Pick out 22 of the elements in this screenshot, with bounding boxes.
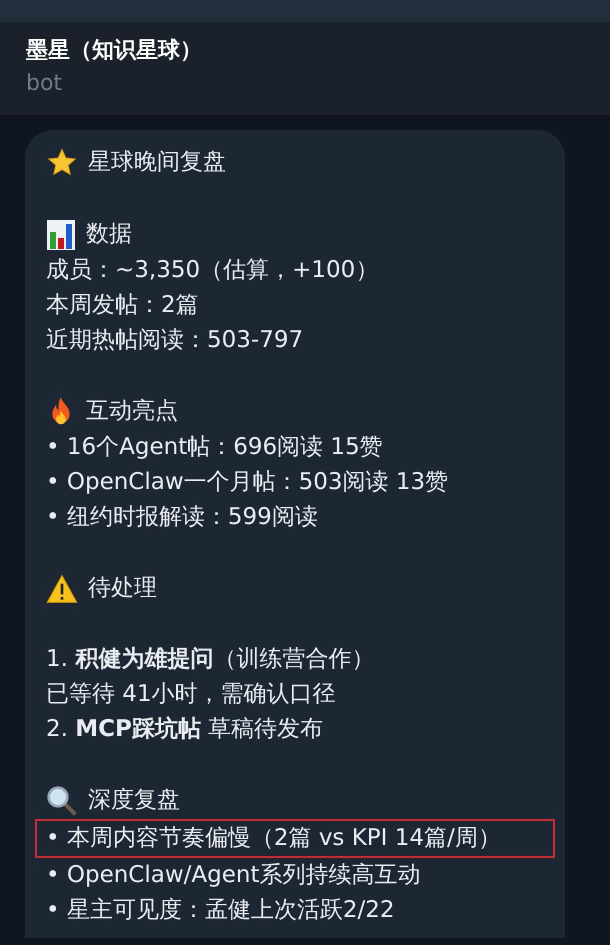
message-line: • OpenClaw一个月帖：503阅读 13赞 [46,469,448,495]
bar-chart-icon [46,218,76,250]
chat-title: 墨星（知识星球） [26,37,203,65]
section-heading: 数据 [86,220,132,249]
message-line: • 纽约时报解读：599阅读 [46,504,318,530]
warning-icon [46,574,78,604]
section-heading: 深度复盘 [88,786,180,815]
message-line: 本周发帖：2篇 [46,292,199,318]
message-line: 1. 积健为雄提问（训练营合作） [46,646,374,672]
message-line: • 星主可见度：孟健上次活跃2/22 [46,897,395,923]
message-line: 已等待 41小时，需确认口径 [46,681,336,707]
section-heading: 星球晚间复盘 [88,148,226,177]
message-line: • OpenClaw/Agent系列持续高互动 [46,862,420,888]
section-heading: 待处理 [88,574,157,603]
section-heading: 互动亮点 [86,397,178,426]
chat-subtitle: bot [26,70,64,98]
message-line: • 16个Agent帖：696阅读 15赞 [46,434,383,460]
magnifier-icon [46,784,78,816]
message-line: 成员：~3,350（估算，+100） [46,257,378,283]
message-line: 2. MCP踩坑帖 草稿待发布 [46,716,324,742]
message-line: • 本周内容节奏偏慢（2篇 vs KPI 14篇/周） [46,825,501,851]
message-line: 近期热帖阅读：503-797 [46,327,304,353]
